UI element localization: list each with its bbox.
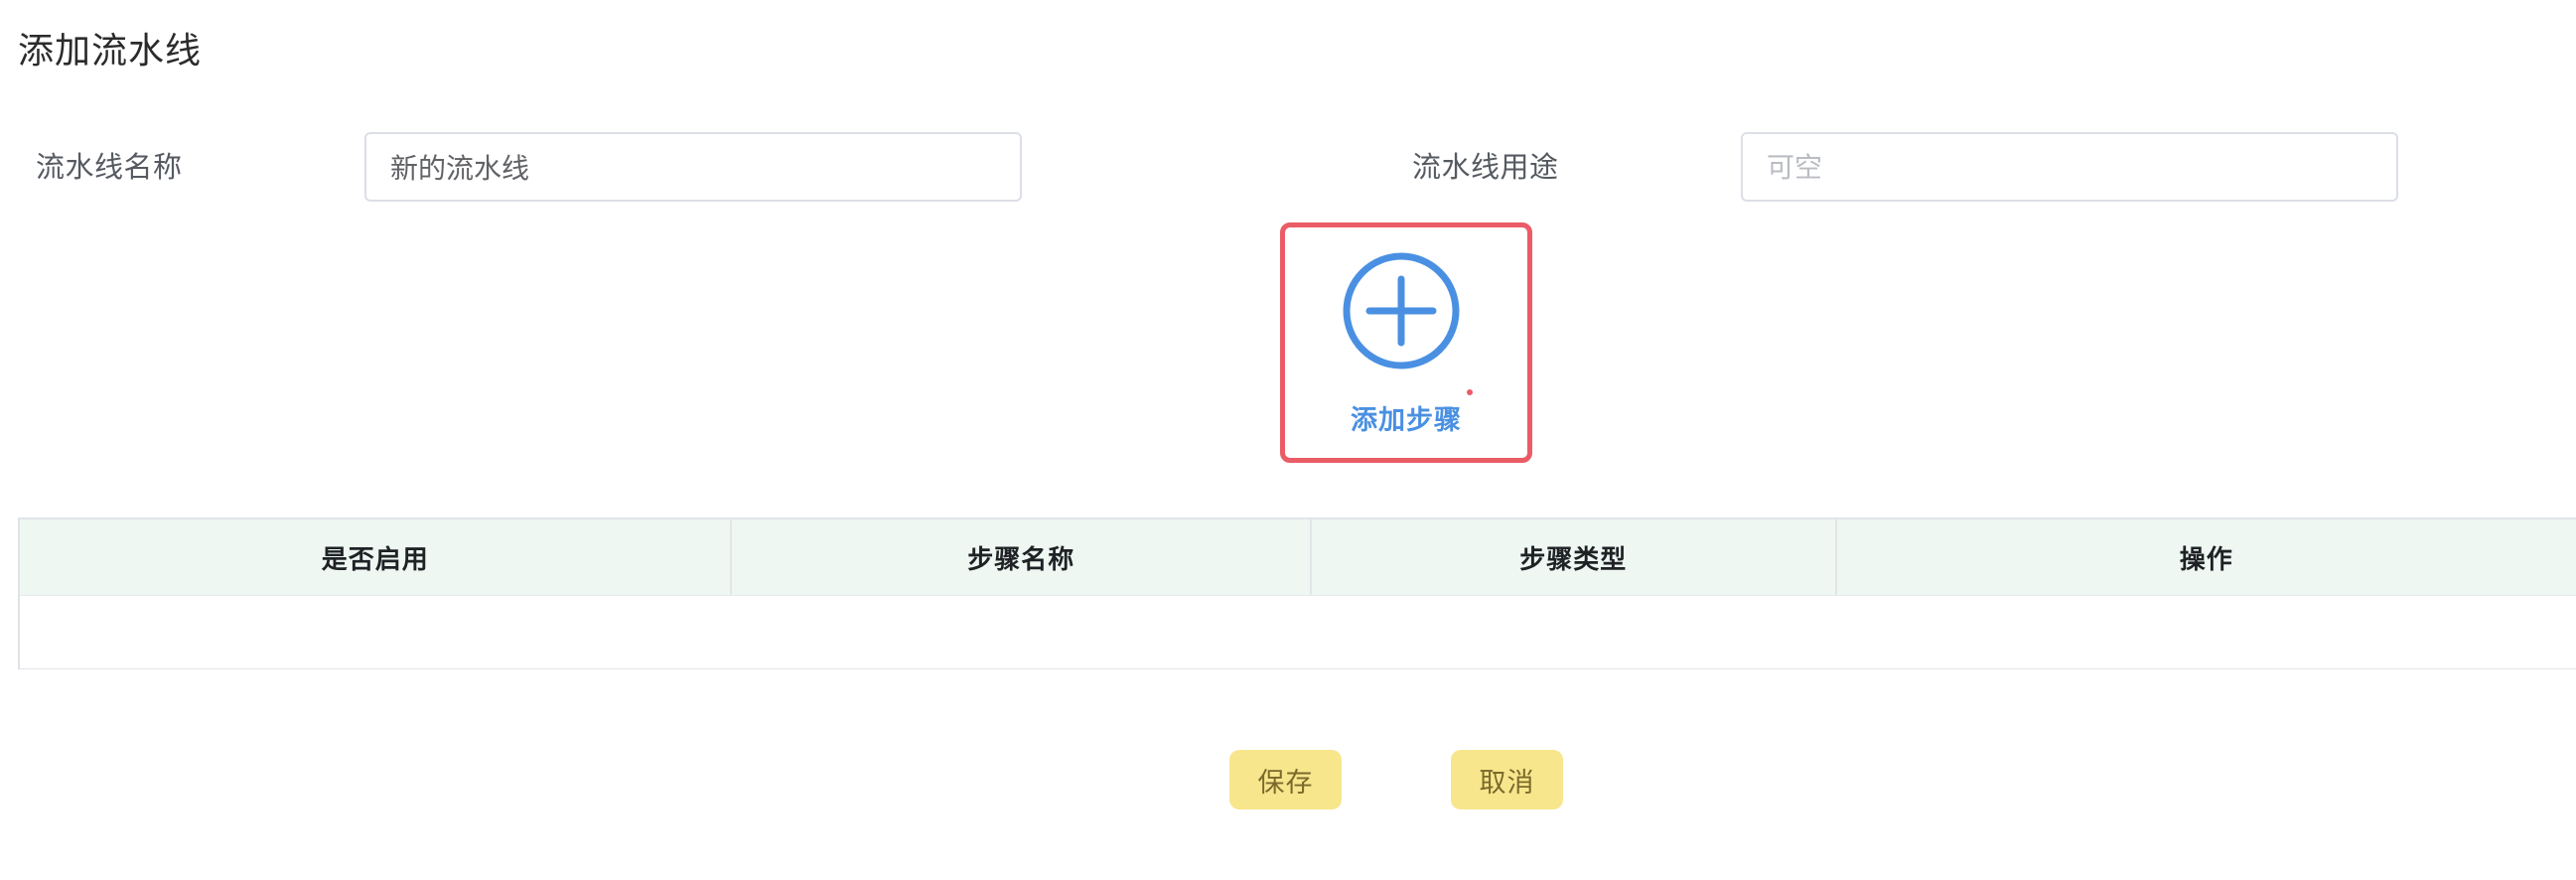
page-title: 添加流水线 <box>18 31 203 72</box>
column-header-actions[interactable]: 操作 <box>1837 519 2576 595</box>
steps-table: 是否启用 步骤名称 步骤类型 操作 <box>18 517 2576 669</box>
pipeline-purpose-input[interactable] <box>1741 132 2398 202</box>
pipeline-name-input[interactable] <box>364 132 1022 202</box>
plus-circle-icon <box>1343 252 1460 369</box>
add-step-label: 添加步骤 <box>1351 405 1462 436</box>
add-step-button[interactable]: 添加步骤 <box>1280 222 1532 463</box>
table-header-row: 是否启用 步骤名称 步骤类型 操作 <box>20 519 2576 596</box>
pipeline-purpose-label: 流水线用途 <box>1412 150 1559 184</box>
table-body-empty <box>20 596 2576 668</box>
pipeline-name-label: 流水线名称 <box>36 150 183 184</box>
highlight-dot <box>1467 389 1473 395</box>
save-button[interactable]: 保存 <box>1229 750 1342 809</box>
column-header-step-type[interactable]: 步骤类型 <box>1312 519 1837 595</box>
add-pipeline-page: 添加流水线 流水线名称 流水线用途 添加步骤 是否启用 步骤名称 步骤类型 操作… <box>0 0 2576 880</box>
column-header-step-name[interactable]: 步骤名称 <box>732 519 1312 595</box>
column-header-enabled[interactable]: 是否启用 <box>20 519 733 595</box>
cancel-button[interactable]: 取消 <box>1451 750 1563 809</box>
